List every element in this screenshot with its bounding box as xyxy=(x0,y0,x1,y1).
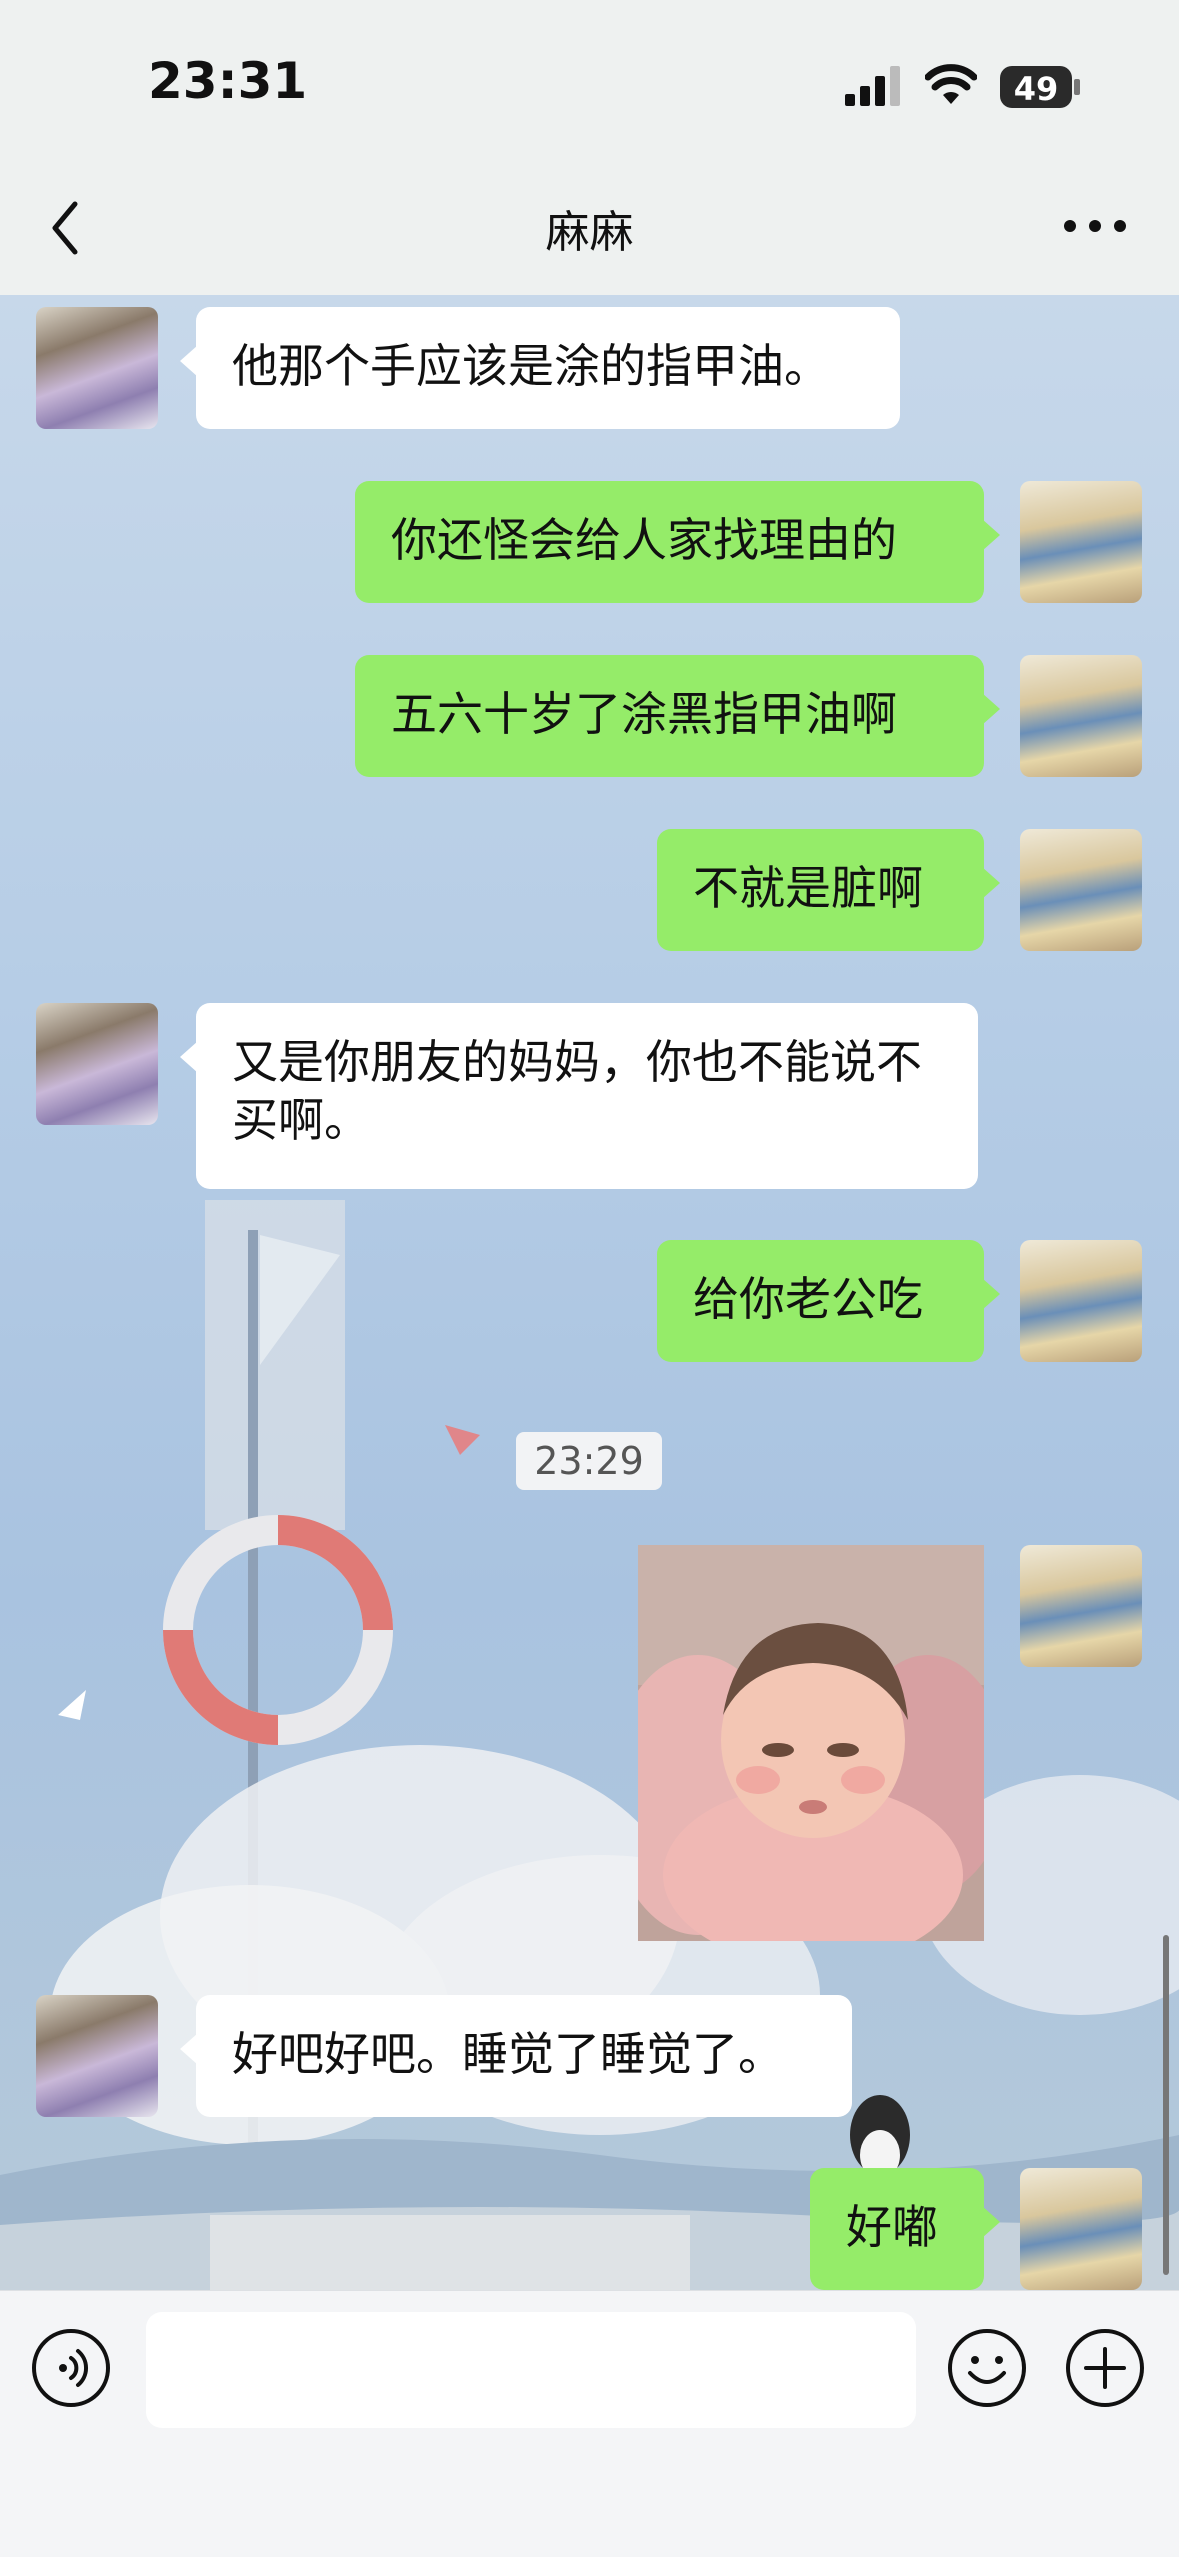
avatar[interactable] xyxy=(1020,655,1142,777)
message-text: 五六十岁了涂黑指甲油啊 xyxy=(391,687,897,741)
message-text: 好吧好吧。睡觉了睡觉了。 xyxy=(232,2027,784,2081)
sent-message[interactable]: 给你老公吃 xyxy=(657,1240,1000,1362)
voice-icon[interactable] xyxy=(30,2327,112,2409)
sent-message[interactable]: 你还怪会给人家找理由的 xyxy=(355,481,1000,603)
battery-level: 49 xyxy=(1013,70,1059,108)
message-text: 好嘟 xyxy=(846,2200,938,2254)
battery-nub xyxy=(1074,79,1080,95)
message-timestamp: 23:29 xyxy=(516,1432,662,1490)
plus-icon[interactable] xyxy=(1064,2327,1146,2409)
avatar[interactable] xyxy=(1020,481,1142,603)
wifi-icon xyxy=(925,64,977,104)
sent-photo[interactable] xyxy=(638,1545,984,1941)
avatar[interactable] xyxy=(1020,2168,1142,2290)
chat-title: 麻麻 xyxy=(545,207,634,258)
emoji-icon[interactable] xyxy=(946,2327,1028,2409)
message-text: 不就是脏啊 xyxy=(693,861,923,915)
received-message[interactable]: 他那个手应该是涂的指甲油。 xyxy=(180,307,900,429)
sent-message[interactable]: 不就是脏啊 xyxy=(657,829,1000,951)
message-text: 又是你朋友的妈妈，你也不能说不买啊。 xyxy=(232,1035,922,1147)
message-input[interactable] xyxy=(146,2312,916,2428)
received-message[interactable]: 又是你朋友的妈妈，你也不能说不买啊。 xyxy=(180,1003,978,1189)
avatar[interactable] xyxy=(1020,1545,1142,1667)
more-dots-icon[interactable] xyxy=(1060,206,1130,246)
photo-content xyxy=(638,1545,984,1941)
avatar[interactable] xyxy=(36,1995,158,2117)
avatar[interactable] xyxy=(36,1003,158,1125)
avatar[interactable] xyxy=(36,307,158,429)
sent-message[interactable]: 五六十岁了涂黑指甲油啊 xyxy=(355,655,1000,777)
signal-icon xyxy=(845,66,900,106)
message-text: 他那个手应该是涂的指甲油。 xyxy=(232,339,830,393)
scrollbar[interactable] xyxy=(1163,1935,1169,2275)
sent-message[interactable]: 好嘟 xyxy=(810,2168,1000,2290)
avatar[interactable] xyxy=(1020,829,1142,951)
avatar[interactable] xyxy=(1020,1240,1142,1362)
message-text: 给你老公吃 xyxy=(693,1272,923,1326)
status-time: 23:31 xyxy=(148,52,308,110)
message-text: 你还怪会给人家找理由的 xyxy=(391,513,897,567)
received-message[interactable]: 好吧好吧。睡觉了睡觉了。 xyxy=(180,1995,852,2117)
